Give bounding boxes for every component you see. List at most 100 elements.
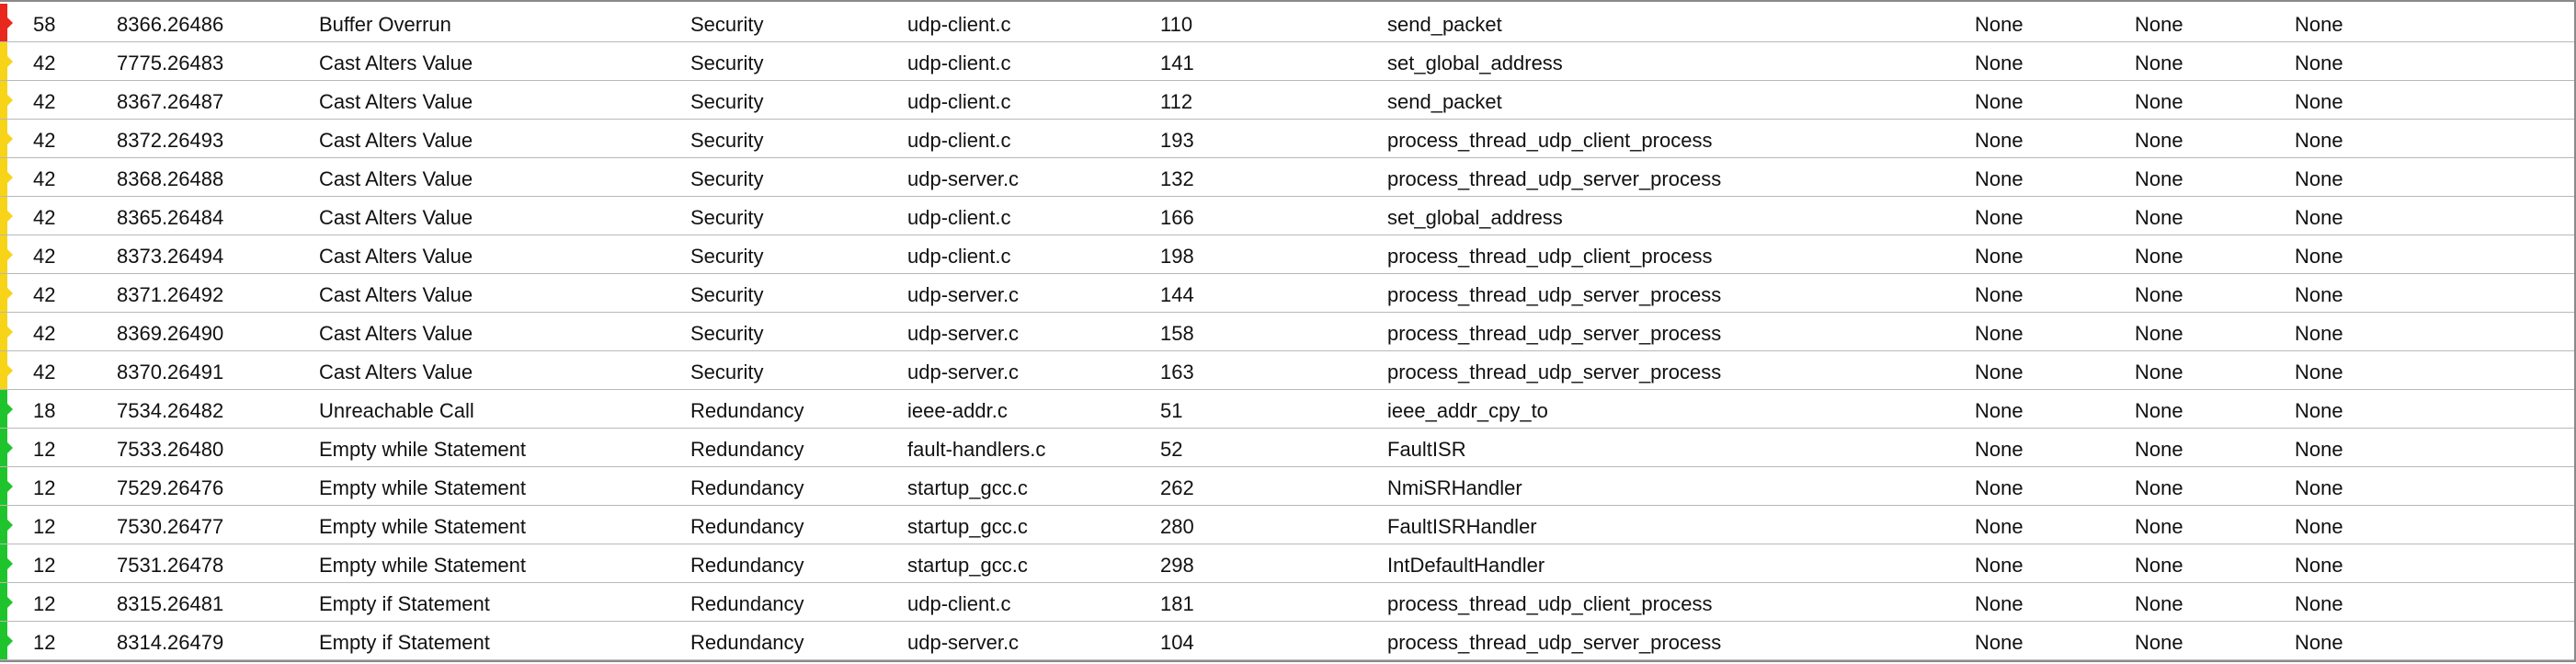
id-cell: 8314.26479 (117, 631, 224, 654)
severity-bar (0, 274, 7, 312)
function-cell: process_thread_udp_server_process (1387, 322, 1722, 345)
checker-cell: Cast Alters Value (319, 90, 473, 113)
category-cell: Security (690, 52, 764, 74)
checker-cell: Empty while Statement (319, 554, 526, 577)
file-cell: udp-client.c (907, 245, 1011, 268)
none-cell-3: None (2295, 322, 2343, 345)
table-row[interactable]: 12 7531.26478 Empty while Statement Redunda… (0, 544, 2574, 583)
table-row[interactable]: 42 7775.26483 Cast Alters Value Security udp… (0, 42, 2574, 81)
category-cell: Redundancy (690, 399, 804, 422)
file-cell: udp-client.c (907, 52, 1011, 74)
none-cell-2: None (2135, 129, 2183, 152)
none-cell-3: None (2295, 90, 2343, 113)
none-cell-2: None (2135, 438, 2183, 461)
score-cell: 12 (33, 554, 56, 577)
file-cell: udp-server.c (907, 283, 1020, 306)
none-cell-1: None (1975, 245, 2023, 268)
severity-arrow-icon (7, 635, 13, 647)
id-cell: 7775.26483 (117, 52, 224, 74)
function-cell: ieee_addr_cpy_to (1387, 399, 1548, 422)
checker-cell: Cast Alters Value (319, 167, 473, 190)
checker-cell: Empty while Statement (319, 515, 526, 538)
score-cell: 42 (33, 361, 56, 384)
table-row[interactable]: 42 8373.26494 Cast Alters Value Security udp… (0, 235, 2574, 274)
function-cell: send_packet (1387, 13, 1502, 36)
function-cell: process_thread_udp_server_process (1387, 631, 1722, 654)
none-cell-3: None (2295, 361, 2343, 384)
none-cell-2: None (2135, 399, 2183, 422)
table-row[interactable]: 42 8371.26492 Cast Alters Value Security udp… (0, 274, 2574, 313)
checker-cell: Cast Alters Value (319, 206, 473, 229)
id-cell: 8367.26487 (117, 90, 224, 113)
severity-bar (0, 467, 7, 505)
file-cell: udp-client.c (907, 592, 1011, 615)
table-row[interactable]: 18 7534.26482 Unreachable Call Redundancy ie… (0, 390, 2574, 429)
table-row[interactable]: 42 8370.26491 Cast Alters Value Security udp… (0, 351, 2574, 390)
score-cell: 42 (33, 206, 56, 229)
none-cell-1: None (1975, 283, 2023, 306)
none-cell-2: None (2135, 13, 2183, 36)
score-cell: 42 (33, 245, 56, 268)
table-row[interactable]: 42 8367.26487 Cast Alters Value Security udp… (0, 81, 2574, 120)
severity-bar (0, 313, 7, 350)
score-cell: 12 (33, 592, 56, 615)
table-row[interactable]: 12 8314.26479 Empty if Statement Redundancy… (0, 622, 2574, 660)
none-cell-3: None (2295, 515, 2343, 538)
category-cell: Security (690, 167, 764, 190)
severity-arrow-icon (7, 171, 13, 183)
function-cell: process_thread_udp_client_process (1387, 245, 1713, 268)
category-cell: Security (690, 129, 764, 152)
line-cell: 193 (1160, 129, 1194, 152)
id-cell: 8371.26492 (117, 283, 224, 306)
function-cell: process_thread_udp_server_process (1387, 361, 1722, 384)
table-row[interactable]: 12 7533.26480 Empty while Statement Redunda… (0, 429, 2574, 467)
category-cell: Security (690, 90, 764, 113)
table-row[interactable]: 42 8372.26493 Cast Alters Value Security udp… (0, 120, 2574, 158)
table-row[interactable]: 12 7530.26477 Empty while Statement Redunda… (0, 506, 2574, 544)
score-cell: 12 (33, 515, 56, 538)
severity-arrow-icon (7, 17, 13, 29)
table-row[interactable]: 58 8366.26486 Buffer Overrun Security udp-cl… (0, 4, 2574, 42)
id-cell: 8369.26490 (117, 322, 224, 345)
score-cell: 12 (33, 476, 56, 499)
id-cell: 7533.26480 (117, 438, 224, 461)
severity-arrow-icon (7, 596, 13, 608)
file-cell: udp-client.c (907, 13, 1011, 36)
severity-bar (0, 42, 7, 80)
none-cell-1: None (1975, 90, 2023, 113)
table-row[interactable]: 42 8365.26484 Cast Alters Value Security udp… (0, 197, 2574, 235)
category-cell: Redundancy (690, 631, 804, 654)
table-row[interactable]: 12 7529.26476 Empty while Statement Redunda… (0, 467, 2574, 506)
score-cell: 12 (33, 438, 56, 461)
severity-bar (0, 429, 7, 466)
severity-bar (0, 390, 7, 428)
severity-bar (0, 81, 7, 119)
none-cell-2: None (2135, 631, 2183, 654)
category-cell: Security (690, 322, 764, 345)
checker-cell: Cast Alters Value (319, 361, 473, 384)
function-cell: FaultISR (1387, 438, 1466, 461)
none-cell-1: None (1975, 13, 2023, 36)
table-row[interactable]: 12 8315.26481 Empty if Statement Redundancy… (0, 583, 2574, 622)
id-cell: 8370.26491 (117, 361, 224, 384)
severity-bar (0, 120, 7, 157)
id-cell: 8373.26494 (117, 245, 224, 268)
line-cell: 198 (1160, 245, 1194, 268)
category-cell: Security (690, 283, 764, 306)
findings-table: 58 8366.26486 Buffer Overrun Security udp-cl… (0, 0, 2576, 662)
none-cell-3: None (2295, 592, 2343, 615)
line-cell: 158 (1160, 322, 1194, 345)
none-cell-2: None (2135, 206, 2183, 229)
table-row[interactable]: 42 8369.26490 Cast Alters Value Security udp… (0, 313, 2574, 351)
severity-bar (0, 544, 7, 582)
none-cell-1: None (1975, 361, 2023, 384)
table-row[interactable]: 42 8368.26488 Cast Alters Value Security udp… (0, 158, 2574, 197)
line-cell: 166 (1160, 206, 1194, 229)
severity-bar (0, 622, 7, 659)
line-cell: 298 (1160, 554, 1194, 577)
score-cell: 12 (33, 631, 56, 654)
severity-arrow-icon (7, 248, 13, 260)
id-cell: 8366.26486 (117, 13, 224, 36)
line-cell: 181 (1160, 592, 1194, 615)
severity-arrow-icon (7, 441, 13, 453)
